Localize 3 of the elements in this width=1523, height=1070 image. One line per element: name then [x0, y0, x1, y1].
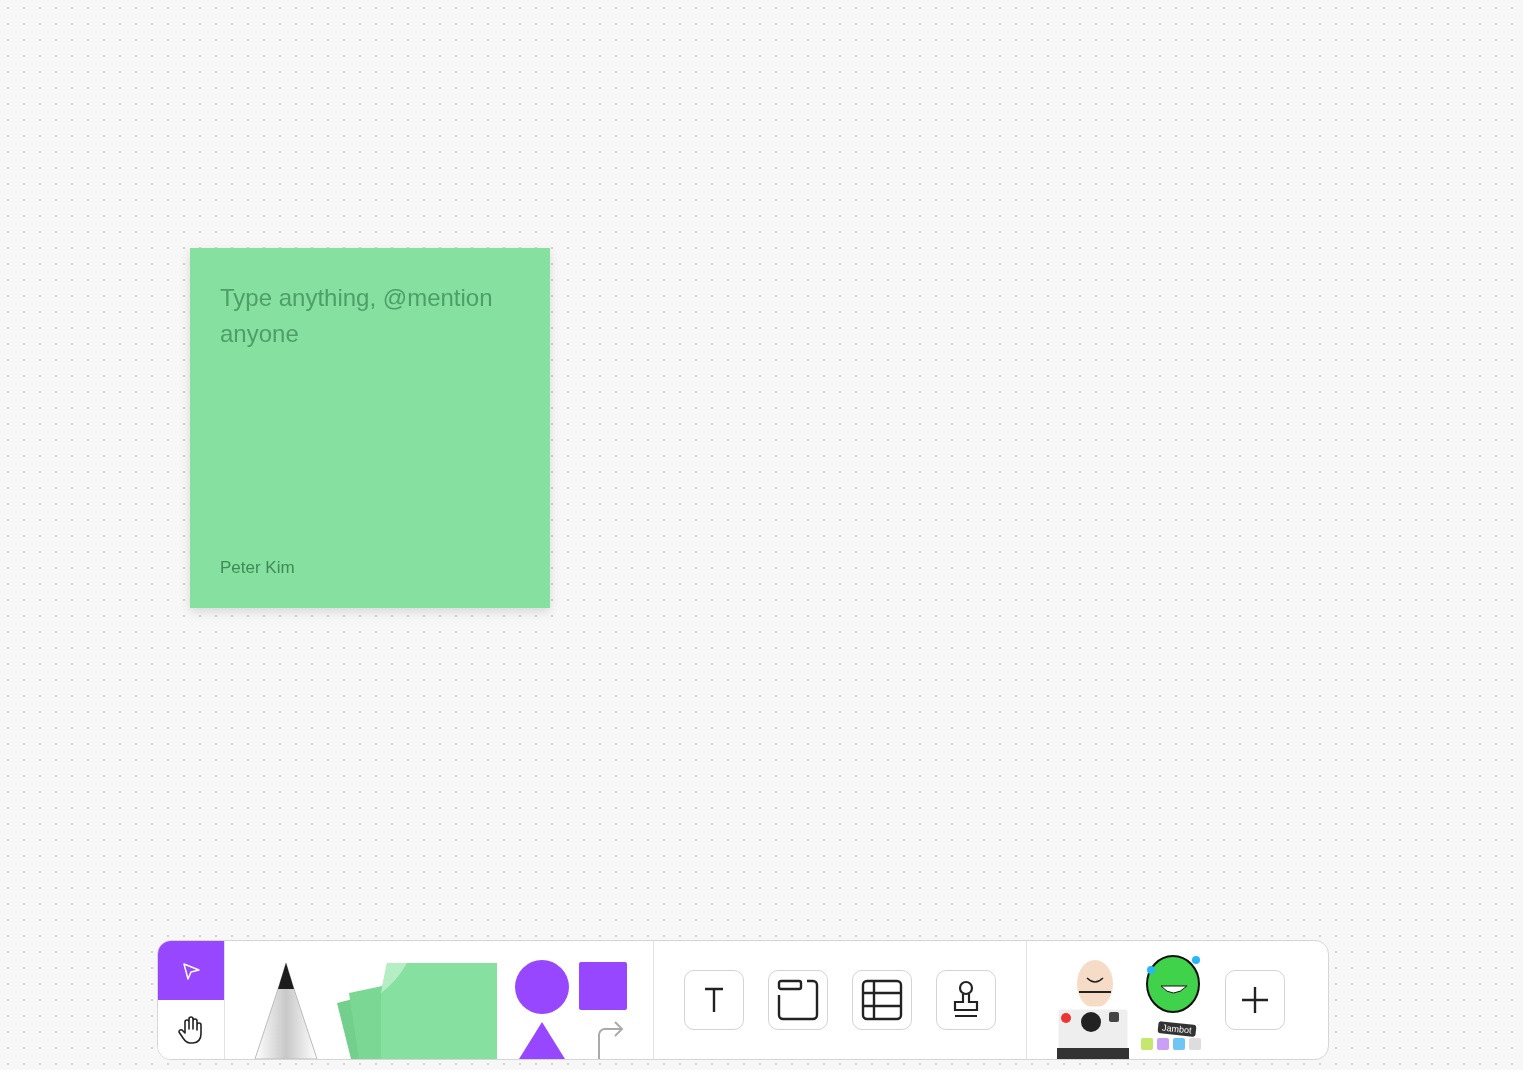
author-name: Peter Kim	[220, 558, 296, 578]
note-input[interactable]: Type anything, @mention anyone	[220, 280, 520, 356]
sticky-note[interactable]: Type anything, @mention anyone Peter Kim	[190, 248, 550, 608]
